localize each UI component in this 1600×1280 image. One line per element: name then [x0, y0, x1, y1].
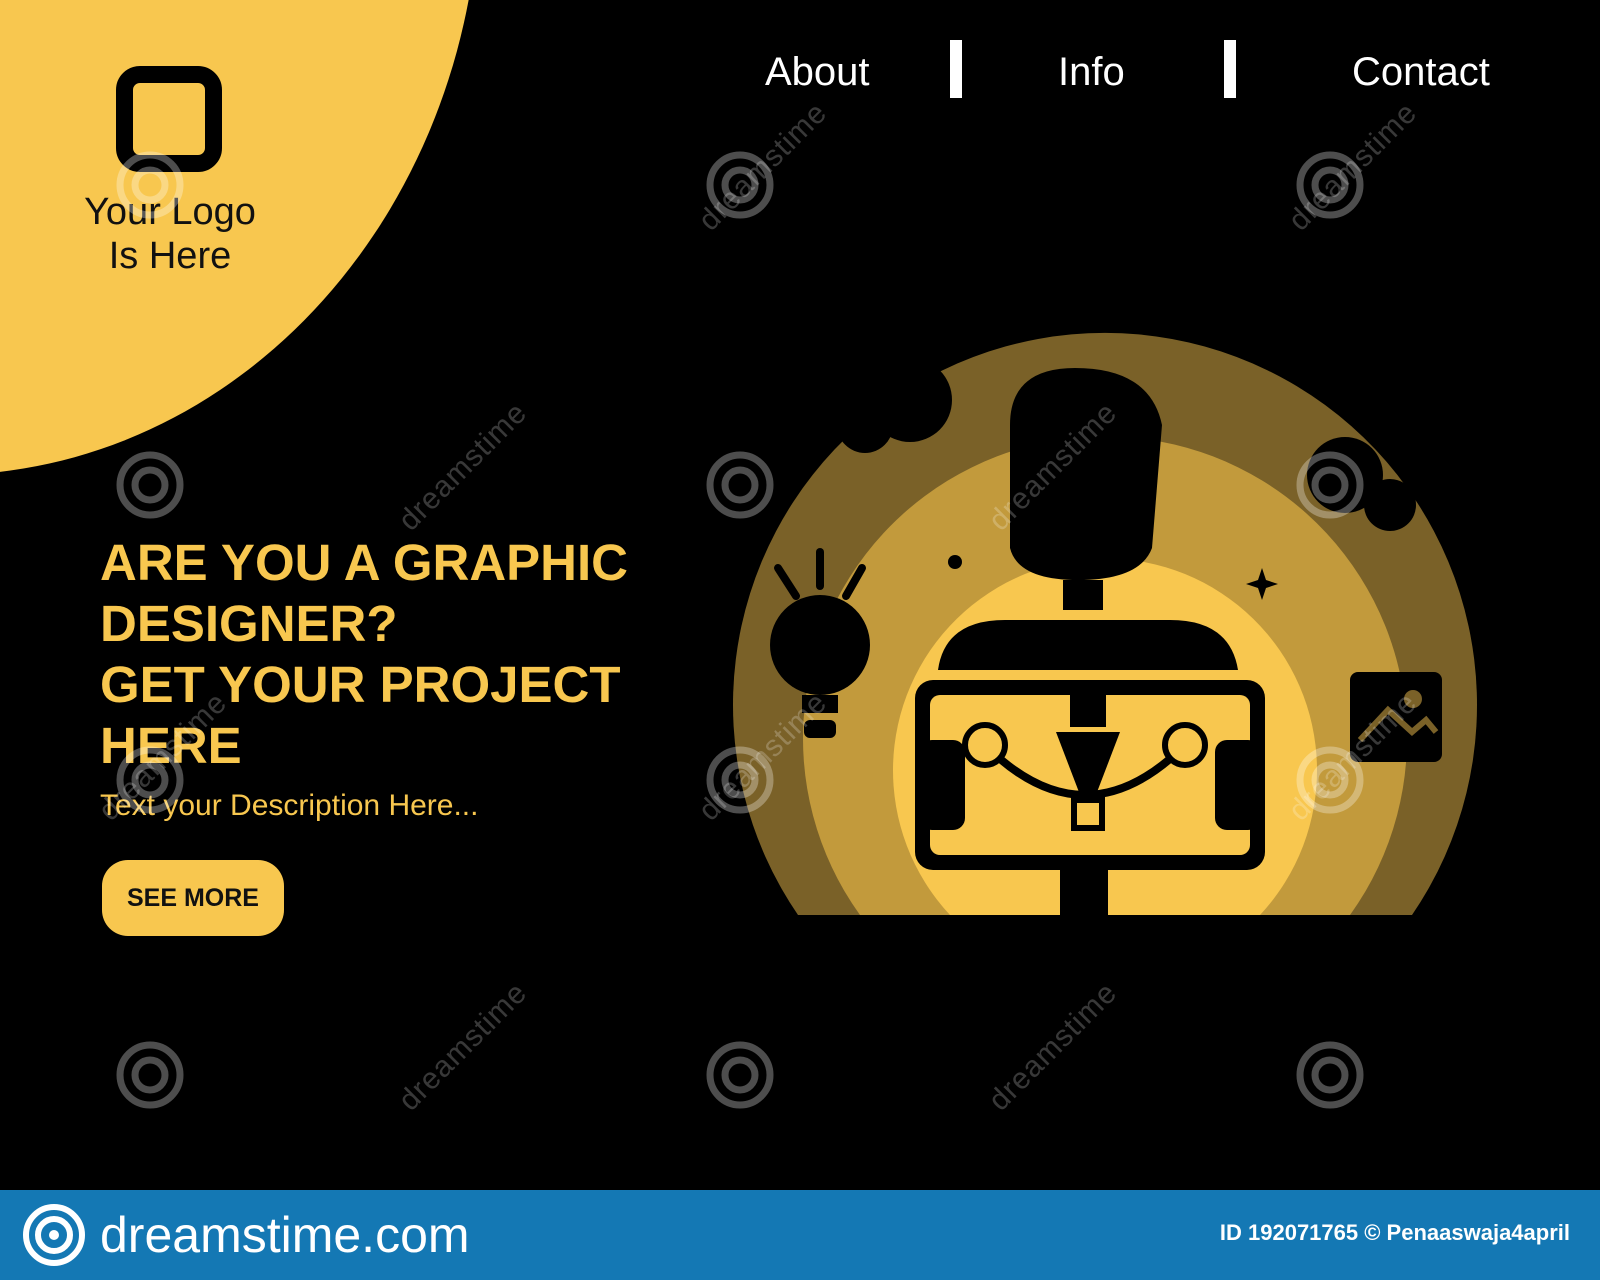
- logo-line-2: Is Here: [108, 235, 232, 277]
- see-more-button[interactable]: SEE MORE: [102, 860, 284, 936]
- watermark-text: dreamstime: [392, 396, 534, 538]
- nav-separator: [950, 40, 962, 98]
- cloud-right: [1364, 479, 1416, 531]
- watermark-swirl-icon: [1296, 451, 1364, 519]
- footer-credit: ID 192071765 © Penaaswaja4april: [1219, 1220, 1570, 1245]
- headline-line: DESIGNER?: [100, 595, 398, 652]
- nav-contact[interactable]: Contact: [1352, 48, 1490, 96]
- nav-about[interactable]: About: [765, 48, 870, 96]
- watermark-swirl-icon: [116, 151, 184, 219]
- watermark-text: dreamstime: [982, 976, 1124, 1118]
- landing-page: Your Logo Is Here About Info Contact ARE…: [0, 0, 1600, 1190]
- headline-line: ARE YOU A GRAPHIC: [100, 534, 629, 591]
- watermark-swirl-icon: [1296, 1041, 1364, 1109]
- dreamstime-swirl-icon: [23, 1204, 85, 1266]
- watermark-swirl-icon: [706, 1041, 774, 1109]
- watermark-swirl-icon: [116, 451, 184, 519]
- watermark-text: dreamstime: [392, 976, 534, 1118]
- nav-separator: [1224, 40, 1236, 98]
- footer-bar: dreamstime.com ID 192071765 © Penaaswaja…: [0, 1190, 1600, 1280]
- nav-info[interactable]: Info: [1058, 48, 1125, 96]
- designer-illustration: [733, 332, 1477, 918]
- footer-brand[interactable]: dreamstime.com: [100, 1208, 470, 1262]
- watermark-swirl-icon: [116, 1041, 184, 1109]
- watermark-swirl-icon: [706, 451, 774, 519]
- cloud-left: [837, 397, 893, 453]
